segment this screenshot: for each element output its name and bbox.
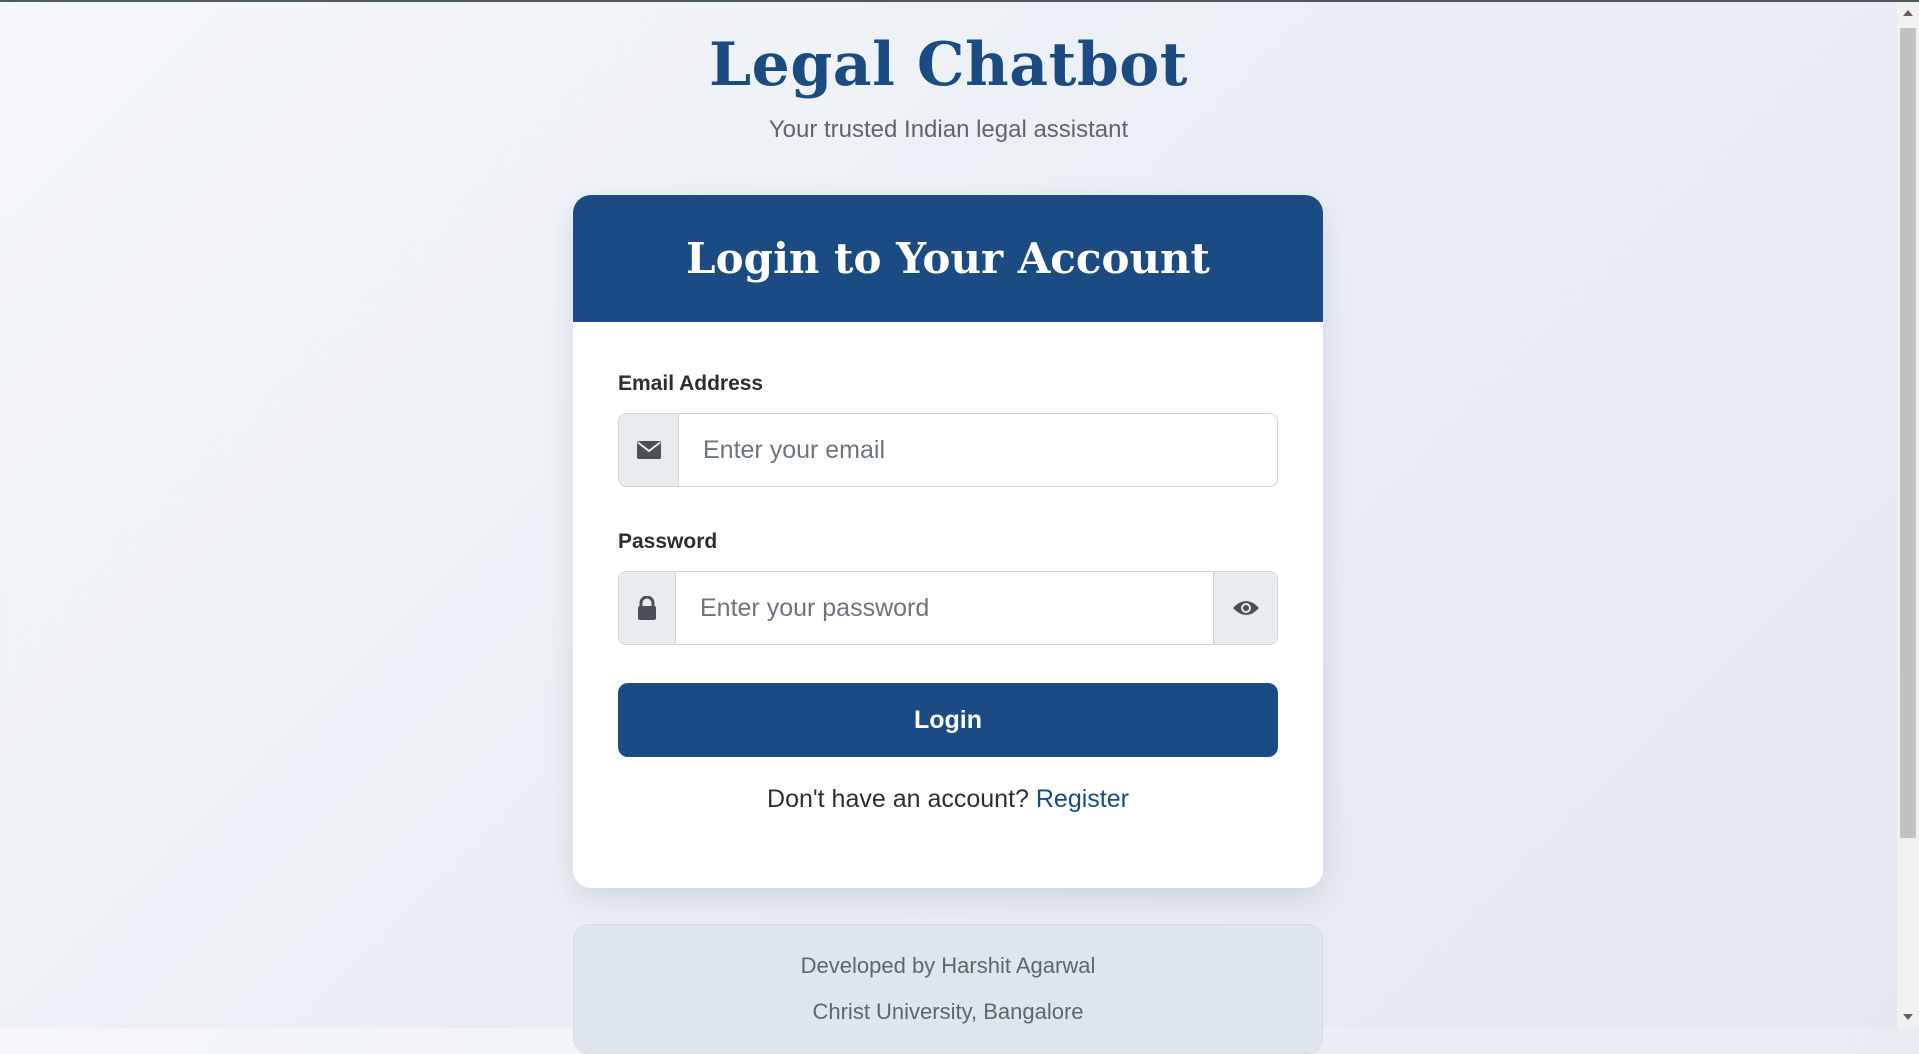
footer-card: Developed by Harshit Agarwal Christ Univ… (573, 924, 1323, 1054)
register-link[interactable]: Register (1036, 785, 1129, 813)
app-title: Legal Chatbot (708, 30, 1189, 100)
scroll-down-arrow-icon[interactable] (1903, 1014, 1913, 1020)
email-input-group (618, 413, 1278, 487)
scrollbar-thumb[interactable] (1900, 28, 1916, 838)
footer-developer: Developed by Harshit Agarwal (800, 953, 1096, 978)
eye-icon[interactable] (1213, 572, 1277, 644)
footer-institution: Christ University, Bangalore (812, 999, 1084, 1024)
lock-icon (619, 572, 676, 644)
app-subtitle: Your trusted Indian legal assistant (768, 116, 1129, 143)
page-scrollbar[interactable] (1897, 2, 1919, 1028)
envelope-icon (619, 414, 679, 486)
email-label: Email Address (618, 372, 764, 395)
password-label: Password (618, 530, 718, 553)
login-page: Legal Chatbot Your trusted Indian legal … (0, 0, 1897, 1054)
login-card-header: Login to Your Account (573, 195, 1323, 322)
register-prompt-text: Don't have an account? (767, 785, 1029, 813)
password-input[interactable] (676, 572, 1213, 644)
email-input[interactable] (679, 414, 1277, 486)
login-button[interactable]: Login (618, 683, 1278, 757)
login-card: Login to Your Account Email Address Pass… (573, 195, 1323, 888)
password-input-group (618, 571, 1278, 645)
register-prompt-line: Don't have an account? Register (573, 785, 1323, 814)
login-heading: Login to Your Account (686, 234, 1210, 283)
scroll-up-arrow-icon[interactable] (1903, 10, 1913, 16)
